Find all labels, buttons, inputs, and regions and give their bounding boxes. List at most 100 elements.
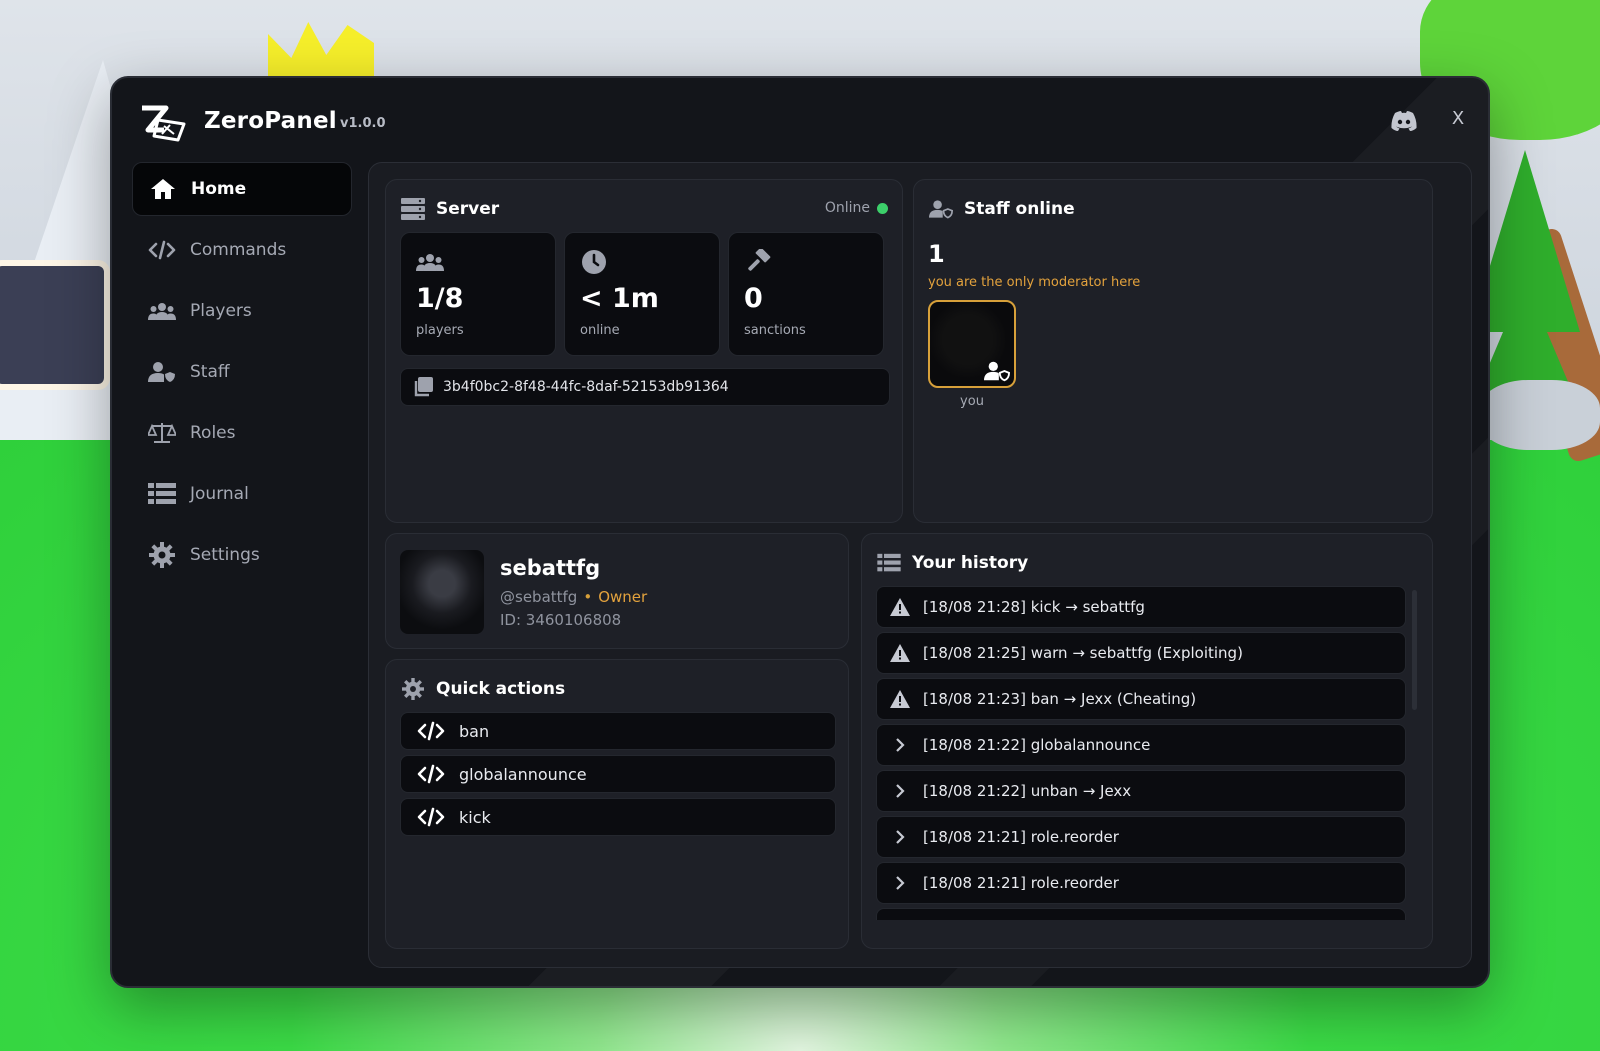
history-title: Your history: [876, 552, 1028, 574]
profile-card: sebattfg @sebattfg • Owner ID: 3460106808: [385, 533, 849, 649]
quick-action-label: ban: [459, 721, 490, 741]
avatar: [400, 550, 484, 634]
list-icon: [148, 482, 176, 506]
server-status-text: Online: [824, 200, 870, 216]
warning-icon: [889, 689, 911, 709]
history-item-text: [18/08 21:21] role.reorder: [923, 874, 1119, 892]
sidebar: Home Commands Players Staff Roles Journa…: [132, 162, 352, 589]
quick-action-globalannounce[interactable]: globalannounce: [400, 755, 836, 793]
code-icon: [417, 721, 445, 741]
staff-icon: [148, 360, 176, 384]
history-item-text: [18/08 21:22] globalannounce: [923, 736, 1151, 754]
sidebar-item-label: Staff: [190, 362, 230, 382]
history-item-text: [18/08 21:23] ban → Jexx (Cheating): [923, 690, 1197, 708]
quick-actions-title-text: Quick actions: [436, 679, 566, 699]
home-icon: [149, 177, 177, 201]
history-item-text: [18/08 21:21] role.reorder: [923, 828, 1119, 846]
chevron-right-icon: [889, 827, 911, 847]
history-item[interactable]: [18/08 21:23] ban → Jexx (Cheating): [876, 678, 1406, 720]
hammer-icon: [748, 249, 771, 271]
quick-actions-card: Quick actions ban globalannounce kick: [385, 659, 849, 949]
stat-online: < 1m online: [564, 232, 720, 356]
close-button[interactable]: X: [1446, 106, 1470, 132]
stat-sanctions: 0 sanctions: [728, 232, 884, 356]
history-card: Your history [18/08 21:28] kick → sebatt…: [861, 533, 1433, 949]
role-badge: Owner: [598, 588, 648, 606]
history-scrollbar[interactable]: [1412, 590, 1417, 710]
gear-icon: [400, 678, 426, 700]
titlebar: ZeroPanel v1.0.0 X: [112, 78, 1488, 162]
history-item[interactable]: [18/08 21:21] role.reorder: [876, 816, 1406, 858]
sidebar-item-staff[interactable]: Staff: [132, 345, 352, 399]
game-background-ride: [0, 260, 110, 390]
discord-icon[interactable]: [1390, 110, 1418, 132]
code-icon: [417, 807, 445, 827]
zeropanel-logo-icon: [142, 105, 186, 142]
stat-players: 1/8 players: [400, 232, 556, 356]
history-item-text: [18/08 21:25] warn → sebattfg (Exploitin…: [923, 644, 1243, 662]
server-id-text: 3b4f0bc2-8f48-44fc-8daf-52153db91364: [443, 379, 729, 395]
history-item-text: [18/08 21:28] kick → sebattfg: [923, 598, 1145, 616]
server-icon: [400, 198, 426, 220]
history-list[interactable]: [18/08 21:28] kick → sebattfg [18/08 21:…: [876, 586, 1406, 920]
sidebar-item-commands[interactable]: Commands: [132, 223, 352, 277]
server-card: Server Online 1/8 players < 1m online 0 …: [385, 179, 903, 523]
server-title: Server: [436, 199, 500, 219]
staff-member-name: you: [960, 394, 984, 409]
code-icon: [148, 238, 176, 262]
game-background-rock: [1480, 380, 1600, 450]
history-item[interactable]: [18/08 21:21] role.reorder: [876, 862, 1406, 904]
gear-icon: [148, 542, 176, 568]
zeropanel-window: ZeroPanel v1.0.0 X Home Commands Players…: [110, 76, 1490, 988]
quick-action-ban[interactable]: ban: [400, 712, 836, 750]
sidebar-item-players[interactable]: Players: [132, 284, 352, 338]
staff-icon: [928, 198, 954, 220]
chevron-right-icon: [889, 781, 911, 801]
sidebar-item-label: Journal: [190, 484, 249, 504]
sidebar-item-label: Home: [191, 179, 247, 199]
stat-value: < 1m: [580, 283, 659, 314]
history-item[interactable]: [18/08 21:28] kick → sebattfg: [876, 586, 1406, 628]
staff-title: Staff online: [964, 199, 1075, 219]
app-version: v1.0.0: [340, 116, 386, 131]
sidebar-item-roles[interactable]: Roles: [132, 406, 352, 460]
history-item[interactable]: [18/08 21:25] warn → sebattfg (Exploitin…: [876, 632, 1406, 674]
history-item[interactable]: [876, 908, 1406, 920]
history-item-text: [18/08 21:22] unban → Jexx: [923, 782, 1132, 800]
quick-action-label: globalannounce: [459, 764, 587, 784]
profile-separator: •: [583, 588, 593, 606]
history-item[interactable]: [18/08 21:22] unban → Jexx: [876, 770, 1406, 812]
history-title-text: Your history: [912, 553, 1029, 573]
sidebar-item-label: Roles: [190, 423, 236, 443]
users-icon: [148, 299, 176, 323]
warning-icon: [889, 643, 911, 663]
chevron-right-icon: [889, 873, 911, 893]
chevron-right-icon: [889, 919, 911, 920]
users-icon: [416, 254, 444, 271]
chevron-right-icon: [889, 735, 911, 755]
scale-icon: [148, 421, 176, 445]
copy-server-id-button[interactable]: 3b4f0bc2-8f48-44fc-8daf-52153db91364: [400, 368, 890, 406]
profile-user-id: ID: 3460106808: [500, 611, 622, 629]
sidebar-item-label: Players: [190, 301, 252, 321]
stat-label: players: [416, 323, 464, 338]
stat-value: 1/8: [416, 283, 464, 314]
app-title: ZeroPanel: [204, 108, 337, 134]
sidebar-item-label: Settings: [190, 545, 260, 565]
server-status: Online: [825, 200, 888, 216]
stat-label: sanctions: [744, 323, 806, 338]
moderator-badge-icon: [984, 361, 1010, 382]
clock-icon: [582, 250, 606, 274]
quick-action-kick[interactable]: kick: [400, 798, 836, 836]
sidebar-item-journal[interactable]: Journal: [132, 467, 352, 521]
list-icon: [876, 552, 902, 574]
sidebar-item-label: Commands: [190, 240, 287, 260]
history-item[interactable]: [18/08 21:22] globalannounce: [876, 724, 1406, 766]
sidebar-item-settings[interactable]: Settings: [132, 528, 352, 582]
server-card-title: Server: [400, 198, 499, 220]
staff-member-avatar[interactable]: [928, 300, 1016, 388]
sidebar-item-home[interactable]: Home: [132, 162, 352, 216]
staff-card-title: Staff online: [928, 198, 1075, 220]
stat-label: online: [580, 323, 620, 338]
staff-online-card: Staff online 1 you are the only moderato…: [913, 179, 1433, 523]
